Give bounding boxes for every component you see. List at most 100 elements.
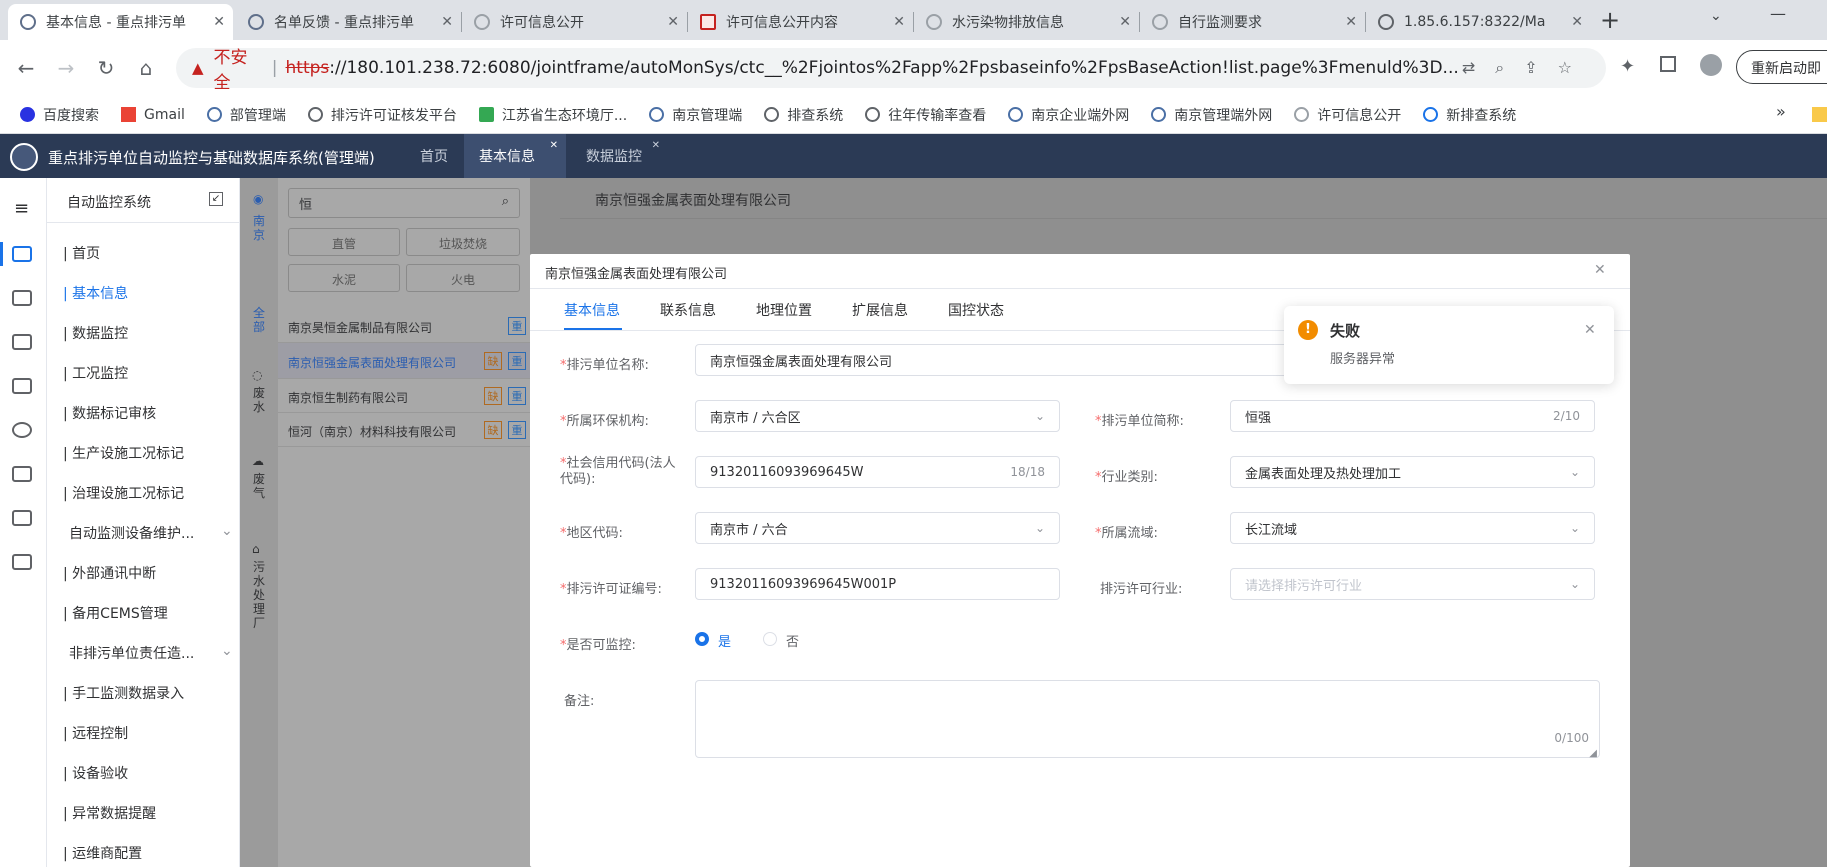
close-icon[interactable]: ✕ bbox=[652, 140, 660, 151]
monitor-icon[interactable] bbox=[12, 334, 32, 350]
basin-select[interactable]: 长江流域 ⌄ bbox=[1230, 512, 1595, 544]
dialog-tab-extended[interactable]: 扩展信息 bbox=[852, 300, 908, 320]
bookmark-7[interactable]: 往年传输率查看 bbox=[865, 105, 986, 125]
hamburger-menu-icon[interactable]: ≡ bbox=[14, 198, 29, 219]
browser-tab-5[interactable]: 自行监测要求 ✕ bbox=[1140, 4, 1365, 40]
company-item-3[interactable]: 恒河（南京）材料科技有限公司 缺 重 bbox=[278, 413, 530, 447]
profile-avatar-icon[interactable] bbox=[1700, 54, 1722, 76]
industry-select[interactable]: 金属表面处理及热处理加工 ⌄ bbox=[1230, 456, 1595, 488]
bookmark-6[interactable]: 排查系统 bbox=[764, 105, 843, 125]
category-sewage-plant[interactable]: 污水处理厂 bbox=[253, 560, 267, 630]
bookmarks-overflow-chevron[interactable]: » bbox=[1776, 102, 1786, 121]
restart-browser-button[interactable]: 重新启动即 bbox=[1736, 50, 1827, 84]
menu-item-comm-interrupt[interactable]: | 外部通讯中断 bbox=[63, 563, 156, 583]
app-tab-home[interactable]: 首页 bbox=[420, 134, 460, 178]
toast-close-icon[interactable]: ✕ bbox=[1584, 322, 1596, 338]
close-tab-icon[interactable]: ✕ bbox=[213, 14, 225, 30]
company-item-2[interactable]: 南京恒生制药有限公司 缺 重 bbox=[278, 379, 530, 413]
region-label[interactable]: 南京 bbox=[253, 214, 267, 242]
dialog-tab-contact[interactable]: 联系信息 bbox=[660, 300, 716, 320]
reload-icon[interactable]: ↻ bbox=[88, 50, 124, 86]
short-name-input[interactable]: 恒强 2/10 bbox=[1230, 400, 1595, 432]
report-icon[interactable] bbox=[12, 554, 32, 570]
bookmark-3[interactable]: 排污许可证核发平台 bbox=[307, 105, 457, 125]
radio-no-label[interactable]: 否 bbox=[786, 631, 799, 650]
menu-item-data-monitor[interactable]: | 数据监控 bbox=[63, 323, 128, 343]
id-card-icon[interactable] bbox=[12, 466, 32, 482]
bookmark-10[interactable]: 许可信息公开 bbox=[1294, 105, 1401, 125]
filter-cement[interactable]: 水泥 bbox=[288, 264, 400, 292]
enterprise-search-input[interactable]: 恒 ⌕ bbox=[288, 188, 520, 218]
dialog-close-icon[interactable]: ✕ bbox=[1594, 262, 1606, 278]
region-code-select[interactable]: 南京市 / 六合 ⌄ bbox=[695, 512, 1060, 544]
close-tab-icon[interactable]: ✕ bbox=[1119, 14, 1131, 30]
target-icon[interactable] bbox=[12, 422, 32, 438]
new-tab-button[interactable]: + bbox=[1600, 6, 1620, 34]
credit-code-input[interactable]: 91320116093969645W 18/18 bbox=[695, 456, 1060, 488]
menu-item-device-maintenance[interactable]: 自动监测设备维护... ⌄ bbox=[69, 523, 233, 543]
minimize-window-icon[interactable]: — bbox=[1770, 4, 1786, 23]
filter-incineration[interactable]: 垃圾焚烧 bbox=[406, 228, 520, 256]
bookmark-8[interactable]: 南京企业端外网 bbox=[1008, 105, 1129, 125]
dialog-tab-location[interactable]: 地理位置 bbox=[756, 300, 812, 320]
menu-item-backup-cems[interactable]: | 备用CEMS管理 bbox=[63, 603, 168, 623]
bookmark-9[interactable]: 南京管理端外网 bbox=[1151, 105, 1272, 125]
collapse-menu-icon[interactable]: ↙ bbox=[209, 192, 223, 206]
close-tab-icon[interactable]: ✕ bbox=[1345, 14, 1357, 30]
env-org-select[interactable]: 南京市 / 六合区 ⌄ bbox=[695, 400, 1060, 432]
address-bar[interactable]: ▲ 不安全 | https ://180.101.238.72:6080/joi… bbox=[176, 48, 1606, 93]
menu-item-non-liability[interactable]: 非排污单位责任造... ⌄ bbox=[69, 643, 233, 663]
menu-item-device-acceptance[interactable]: | 设备验收 bbox=[63, 763, 128, 783]
company-item-1[interactable]: 南京恒强金属表面处理有限公司 缺 重 bbox=[278, 343, 530, 379]
close-tab-icon[interactable]: ✕ bbox=[667, 14, 679, 30]
folder-icon[interactable] bbox=[1812, 107, 1827, 122]
app-tab-basic-info[interactable]: 基本信息 ✕ bbox=[464, 134, 566, 178]
browser-tab-6[interactable]: 1.85.6.157:8322/Ma ✕ bbox=[1366, 4, 1591, 40]
dialog-tab-national[interactable]: 国控状态 bbox=[948, 300, 1004, 320]
location-pin-icon[interactable]: ◉ bbox=[253, 192, 263, 206]
company-item-0[interactable]: 南京昊恒金属制品有限公司 重 bbox=[278, 309, 530, 343]
browser-tab-3[interactable]: 许可信息公开内容 ✕ bbox=[688, 4, 913, 40]
extensions-puzzle-icon[interactable]: ✦ bbox=[1620, 56, 1635, 77]
bookmark-5[interactable]: 南京管理端 bbox=[649, 105, 742, 125]
browser-tab-2[interactable]: 许可信息公开 ✕ bbox=[462, 4, 687, 40]
permit-industry-select[interactable]: 请选择排污许可行业 ⌄ bbox=[1230, 568, 1595, 600]
page-actions-icons[interactable]: ⇄⌕⇪☆ bbox=[1462, 58, 1592, 78]
close-tab-icon[interactable]: ✕ bbox=[1571, 14, 1583, 30]
permit-no-input[interactable]: 91320116093969645W001P bbox=[695, 568, 1060, 600]
remark-textarea[interactable]: 0/100 ◢ bbox=[695, 680, 1600, 759]
forward-arrow-icon[interactable]: → bbox=[48, 50, 84, 86]
menu-item-data-mark-review[interactable]: | 数据标记审核 bbox=[63, 403, 156, 423]
dialog-tab-basic[interactable]: 基本信息 bbox=[564, 300, 620, 320]
settings-panel-icon[interactable] bbox=[12, 510, 32, 526]
filter-direct[interactable]: 直管 bbox=[288, 228, 400, 256]
menu-item-condition-monitor[interactable]: | 工况监控 bbox=[63, 363, 128, 383]
side-panel-icon[interactable] bbox=[1660, 56, 1676, 72]
category-waste-gas[interactable]: 废气 bbox=[253, 472, 267, 500]
chart-icon[interactable] bbox=[12, 246, 32, 262]
menu-item-abnormal-alert[interactable]: | 异常数据提醒 bbox=[63, 803, 156, 823]
menu-item-remote-control[interactable]: | 远程控制 bbox=[63, 723, 128, 743]
menu-item-home[interactable]: | 首页 bbox=[63, 243, 100, 263]
category-all[interactable]: 全部 bbox=[253, 306, 267, 334]
bookmark-1[interactable]: Gmail bbox=[121, 107, 185, 123]
menu-item-manual-entry[interactable]: | 手工监测数据录入 bbox=[63, 683, 184, 703]
category-wastewater[interactable]: 废水 bbox=[253, 386, 267, 414]
filter-thermal-power[interactable]: 火电 bbox=[406, 264, 520, 292]
radio-yes[interactable] bbox=[695, 632, 709, 646]
browser-tab-0[interactable]: 基本信息 - 重点排污单 ✕ bbox=[8, 4, 233, 40]
browser-tab-1[interactable]: 名单反馈 - 重点排污单 ✕ bbox=[236, 4, 461, 40]
menu-item-production-mark[interactable]: | 生产设施工况标记 bbox=[63, 443, 184, 463]
menu-item-treatment-mark[interactable]: | 治理设施工况标记 bbox=[63, 483, 184, 503]
tab-search-chevron-icon[interactable]: ⌄ bbox=[1710, 8, 1722, 24]
radio-yes-label[interactable]: 是 bbox=[718, 631, 731, 650]
close-tab-icon[interactable]: ✕ bbox=[893, 14, 905, 30]
list-icon[interactable] bbox=[12, 290, 32, 306]
bookmark-4[interactable]: 江苏省生态环境厅... bbox=[478, 105, 627, 125]
radio-no[interactable] bbox=[763, 632, 777, 646]
home-icon[interactable]: ⌂ bbox=[128, 50, 164, 86]
bookmark-11[interactable]: 新排查系统 bbox=[1423, 105, 1516, 125]
app-tab-data-monitor[interactable]: 数据监控 ✕ bbox=[586, 134, 666, 178]
menu-item-basic-info[interactable]: | 基本信息 bbox=[63, 283, 128, 303]
bookmark-2[interactable]: 部管理端 bbox=[206, 105, 286, 125]
